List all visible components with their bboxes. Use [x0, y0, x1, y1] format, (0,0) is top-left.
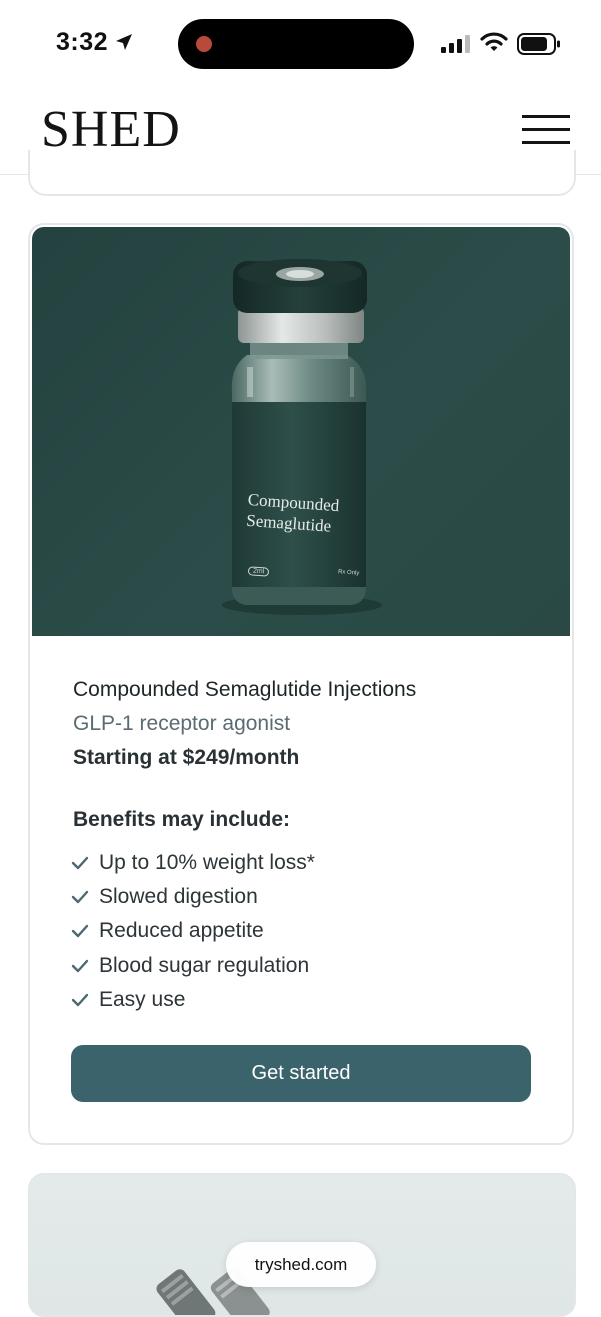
- status-bar: 3:32: [0, 0, 601, 88]
- product-card: Compounded Semaglutide 2ml Rx Only Compo…: [28, 223, 574, 1145]
- benefit-item: Up to 10% weight loss*: [71, 846, 315, 880]
- benefit-item: Blood sugar regulation: [71, 949, 315, 983]
- battery-icon: [517, 33, 560, 55]
- product-drug-class: GLP-1 receptor agonist: [73, 712, 291, 735]
- cellular-signal-icon: [441, 35, 470, 53]
- check-icon: [71, 925, 89, 938]
- location-arrow-icon: [116, 34, 132, 50]
- check-icon: [71, 856, 89, 870]
- product-image: Compounded Semaglutide 2ml Rx Only: [32, 227, 570, 636]
- product-name: Compounded Semaglutide Injections: [73, 678, 417, 701]
- benefit-item: Slowed digestion: [71, 880, 315, 914]
- vial-illustration: [222, 259, 382, 615]
- status-time: 3:32: [56, 28, 109, 56]
- benefit-item: Reduced appetite: [71, 914, 315, 948]
- benefits-list: Up to 10% weight loss* Slowed digestion …: [71, 846, 315, 1017]
- hamburger-menu-icon[interactable]: [522, 115, 570, 145]
- dynamic-island: [178, 19, 414, 69]
- vial-volume: 2ml: [247, 566, 270, 577]
- recording-indicator-icon: [196, 36, 212, 52]
- product-price: Starting at $249/month: [73, 746, 300, 769]
- benefit-item: Easy use: [71, 983, 315, 1017]
- vial-label: Compounded Semaglutide: [245, 489, 340, 536]
- get-started-button[interactable]: Get started: [71, 1045, 531, 1102]
- check-icon: [71, 891, 89, 904]
- check-icon: [71, 993, 89, 1007]
- wifi-icon: [480, 32, 508, 51]
- previous-product-card: [28, 150, 576, 196]
- check-icon: [71, 959, 89, 972]
- browser-url-pill[interactable]: tryshed.com: [226, 1242, 376, 1287]
- benefits-title: Benefits may include:: [73, 808, 291, 831]
